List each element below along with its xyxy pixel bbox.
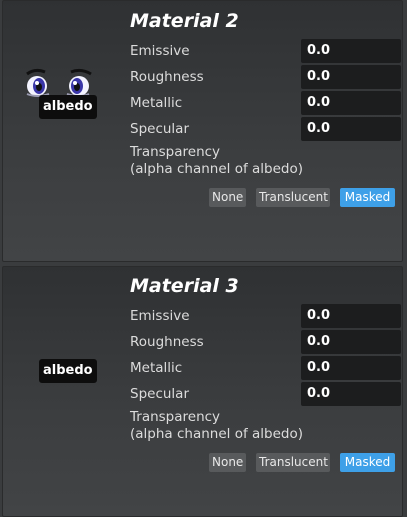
metallic-field[interactable]: 0.0 — [301, 356, 401, 380]
specular-label: Specular — [130, 121, 189, 137]
emissive-field[interactable]: 0.0 — [301, 304, 401, 328]
emissive-label: Emissive — [130, 43, 190, 59]
roughness-field[interactable]: 0.0 — [301, 330, 401, 354]
transparency-label: Transparency — [130, 409, 221, 425]
transparency-none-button[interactable]: None — [209, 453, 246, 472]
specular-label: Specular — [130, 386, 189, 402]
roughness-label: Roughness — [130, 334, 204, 350]
transparency-translucent-button[interactable]: Translucent — [256, 188, 330, 207]
metallic-label: Metallic — [130, 360, 183, 376]
emissive-field[interactable]: 0.0 — [301, 39, 401, 63]
transparency-masked-button[interactable]: Masked — [340, 453, 395, 472]
emissive-label: Emissive — [130, 308, 190, 324]
metallic-field[interactable]: 0.0 — [301, 91, 401, 115]
transparency-translucent-button[interactable]: Translucent — [256, 453, 330, 472]
transparency-masked-button[interactable]: Masked — [340, 188, 395, 207]
transparency-sublabel: (alpha channel of albedo) — [130, 161, 303, 177]
material-title: Material 3 — [130, 275, 239, 297]
transparency-none-button[interactable]: None — [209, 188, 246, 207]
transparency-label: Transparency — [130, 144, 221, 160]
material-panel-3: albedo Material 3 Emissive 0.0 Roughness… — [2, 266, 403, 517]
specular-field[interactable]: 0.0 — [301, 382, 401, 406]
albedo-label: albedo — [39, 95, 97, 119]
albedo-label: albedo — [39, 359, 97, 383]
transparency-sublabel: (alpha channel of albedo) — [130, 426, 303, 442]
roughness-label: Roughness — [130, 69, 204, 85]
material-panel-2: albedo Material 2 Emissive 0.0 Roughness… — [2, 0, 403, 262]
roughness-field[interactable]: 0.0 — [301, 65, 401, 89]
specular-field[interactable]: 0.0 — [301, 117, 401, 141]
metallic-label: Metallic — [130, 95, 183, 111]
material-title: Material 2 — [130, 10, 239, 32]
